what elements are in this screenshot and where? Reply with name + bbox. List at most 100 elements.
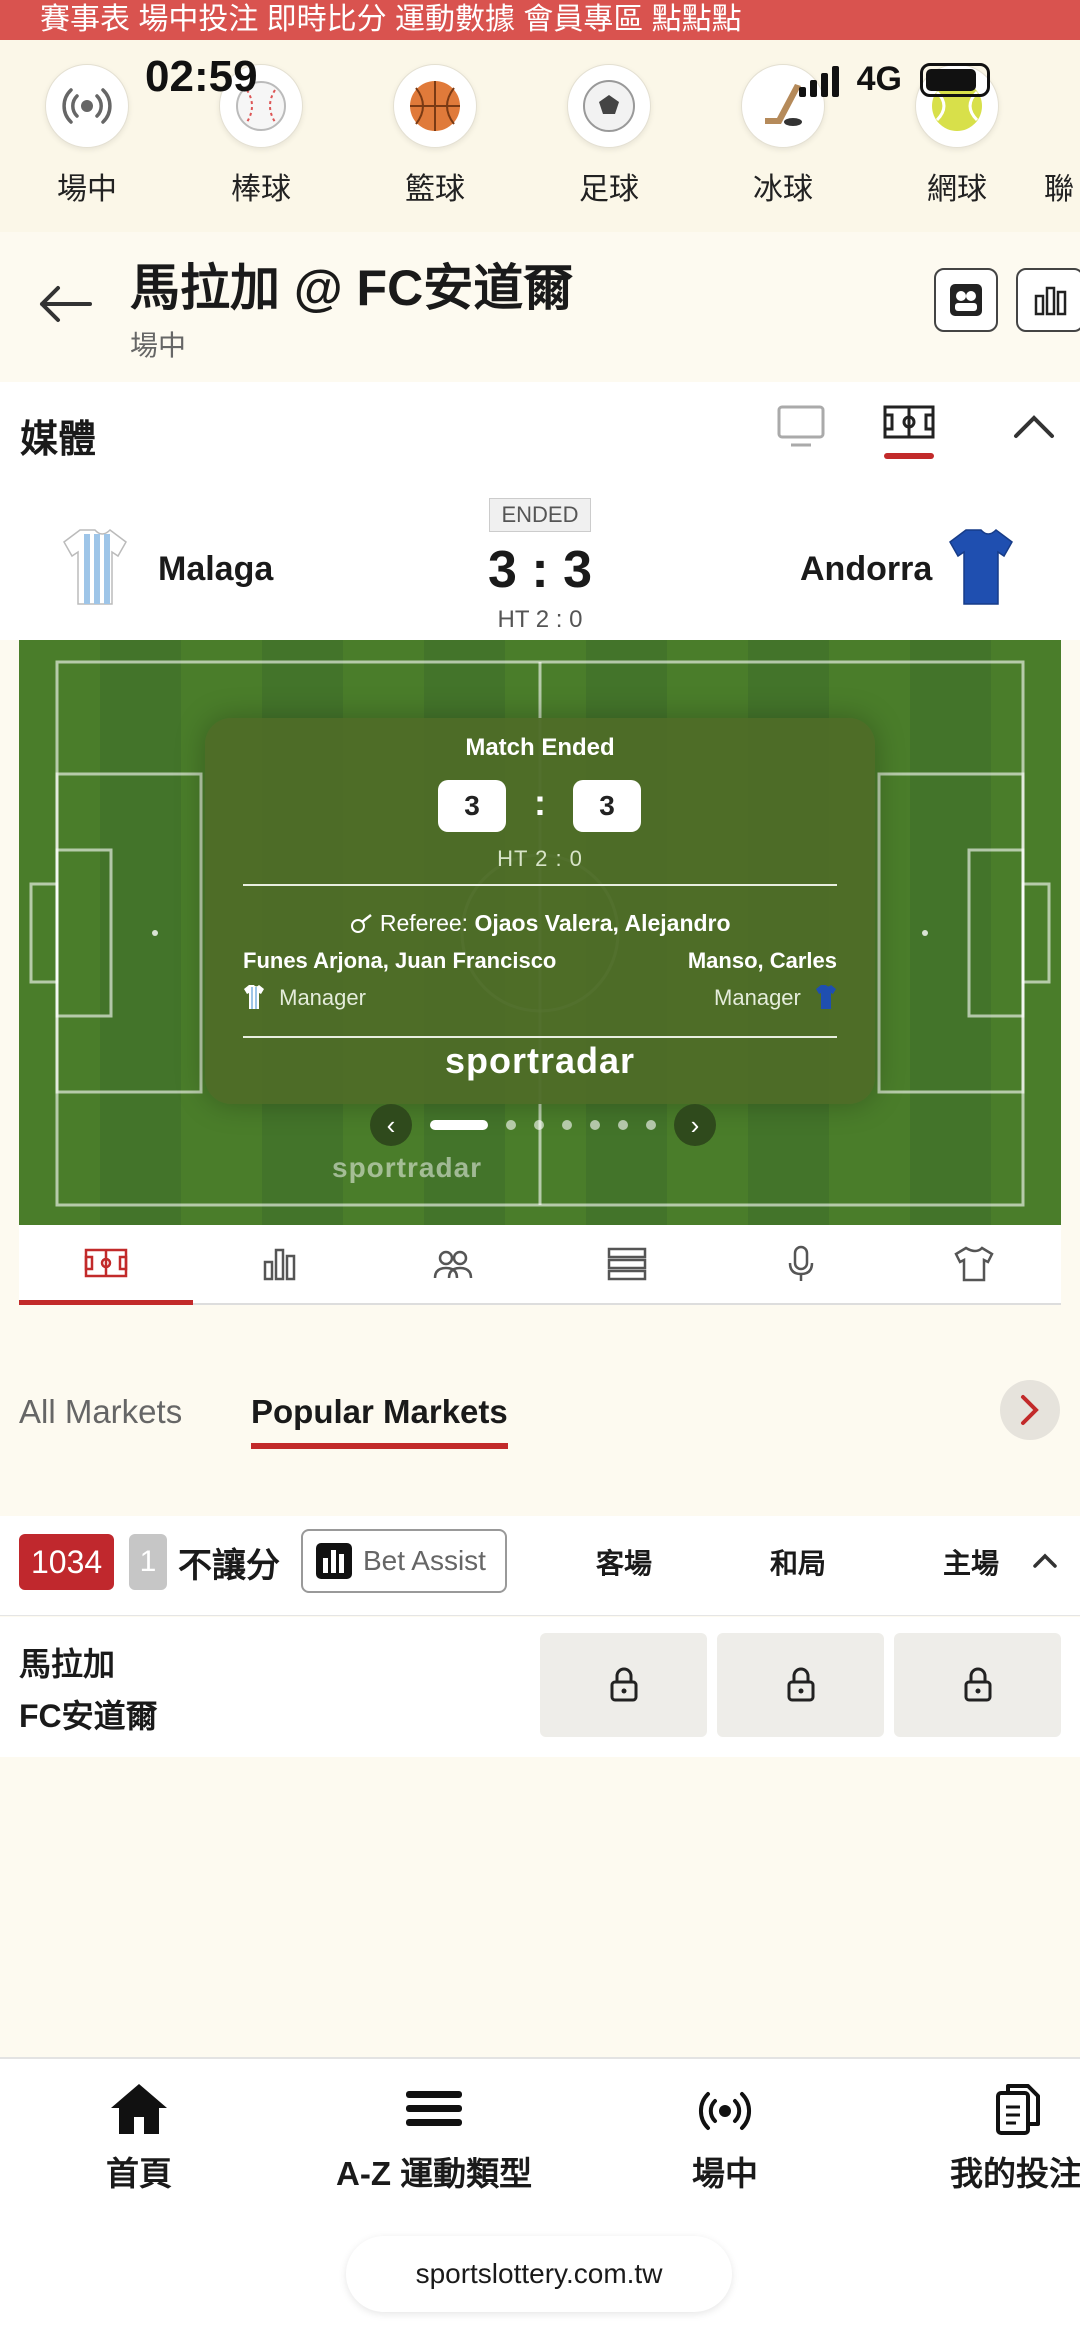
browser-url-bar[interactable]: sportslottery.com.tw <box>346 2236 732 2312</box>
back-arrow-icon[interactable] <box>36 284 92 329</box>
summary-title: Match Ended <box>465 734 615 761</box>
carousel-dot[interactable] <box>562 1120 572 1130</box>
home-icon <box>111 2084 167 2134</box>
status-time: 02:59 <box>145 52 258 101</box>
tv-icon <box>777 405 825 447</box>
sport-item-basketball[interactable]: 籃球 <box>348 64 522 208</box>
pitch-icon <box>883 405 935 439</box>
status-indicators: 4G <box>798 60 990 99</box>
home-team-label: 馬拉加 <box>19 1646 116 1682</box>
tab-pitch[interactable] <box>19 1225 193 1305</box>
summary-away-score: 3 <box>573 780 641 832</box>
match-status-badge: ENDED <box>489 498 591 532</box>
collapse-market-button[interactable] <box>1032 1552 1058 1575</box>
carousel-pagination: ‹ › <box>370 1104 716 1146</box>
stats-button[interactable] <box>1016 268 1080 332</box>
soccer-ball-icon <box>567 64 651 148</box>
sport-label: 籃球 <box>405 173 465 206</box>
media-title: 媒體 <box>20 419 97 461</box>
nav-label: 場中 <box>692 2155 758 2192</box>
bet-assist-button[interactable]: Bet Assist <box>301 1529 507 1593</box>
tracker-tabs <box>19 1225 1061 1305</box>
sport-item-more[interactable]: 聯 <box>1044 64 1080 208</box>
score-separator: : <box>534 782 546 823</box>
tab-teams[interactable] <box>887 1225 1061 1303</box>
lock-icon <box>787 1667 814 1702</box>
odds-cell-home[interactable] <box>894 1633 1061 1737</box>
match-header: 馬拉加 @ FC安道爾 場中 <box>0 232 1080 382</box>
nav-home[interactable]: 首頁 <box>106 2081 172 2195</box>
home-jersey-icon <box>244 985 264 1009</box>
carousel-dot[interactable] <box>506 1120 516 1130</box>
documents-icon <box>996 2084 1040 2135</box>
sportradar-watermark: sportradar <box>332 1152 483 1183</box>
column-draw: 和局 <box>770 1548 827 1579</box>
market-code-badge: 1034 <box>19 1534 115 1590</box>
collapse-button[interactable] <box>1012 412 1056 447</box>
market-row: 馬拉加 FC安道爾 <box>0 1617 1080 1757</box>
market-count-badge: 1 <box>129 1534 167 1590</box>
tab-all-markets[interactable]: All Markets <box>19 1393 182 1431</box>
sport-label: 場中 <box>57 173 117 206</box>
carousel-dot[interactable] <box>618 1120 628 1130</box>
nav-label: A-Z 運動類型 <box>336 2155 533 2192</box>
signal-icon <box>798 63 839 97</box>
manager-label: Manager <box>714 985 801 1010</box>
announcement-marquee[interactable]: 賽事表 場中投注 即時比分 運動數據 會員專區 點點點 <box>0 0 1080 40</box>
tab-popular-markets[interactable]: Popular Markets <box>251 1393 508 1449</box>
column-home: 主場 <box>943 1548 1000 1579</box>
nav-label: 首頁 <box>106 2155 172 2192</box>
odds-cell-draw[interactable] <box>717 1633 884 1737</box>
lineup-button[interactable] <box>934 268 998 332</box>
page-title: 馬拉加 @ FC安道爾 <box>130 260 574 316</box>
nav-a-z-sports[interactable]: A-Z 運動類型 <box>336 2081 532 2195</box>
sport-label: 聯 <box>1044 173 1074 206</box>
nav-my-bets[interactable]: 我的投注 <box>950 2081 1080 2195</box>
tv-toggle[interactable] <box>776 404 826 453</box>
live-broadcast-icon <box>45 64 129 148</box>
market-name: 不讓分 <box>178 1547 280 1585</box>
referee-name: Ojaos Valera, Alejandro <box>474 910 731 936</box>
scoreboard: Malaga ENDED 3 : 3 HT 2 : 0 Andorra <box>0 482 1080 640</box>
page-subtitle: 場中 <box>130 330 187 361</box>
away-manager-name: Manso, Carles <box>687 948 837 973</box>
carousel-dot[interactable] <box>646 1120 656 1130</box>
column-away: 客場 <box>596 1548 653 1579</box>
chevron-right-icon[interactable]: › <box>674 1104 716 1146</box>
lineup-icon <box>950 284 982 316</box>
menu-icon <box>406 2091 463 2126</box>
whistle-icon <box>351 914 373 933</box>
chevron-up-icon <box>1014 415 1054 438</box>
summary-halftime: HT 2 : 0 <box>497 846 583 871</box>
list-icon <box>607 1247 647 1281</box>
match-summary-card: Match Ended 3 : 3 HT 2 : 0 Referee: Ojao… <box>205 718 875 1104</box>
tab-events[interactable] <box>540 1225 714 1303</box>
away-team-label: FC安道爾 <box>19 1698 158 1734</box>
odds-cell-away[interactable] <box>540 1633 707 1737</box>
referee-label: Referee: <box>379 910 469 936</box>
sportradar-logo: sportradar <box>444 1040 636 1081</box>
divider <box>243 884 837 886</box>
nav-live[interactable]: 場中 <box>692 2081 758 2195</box>
sport-item-soccer[interactable]: 足球 <box>522 64 696 208</box>
away-manager-role: Manager <box>714 984 837 1011</box>
active-indicator <box>884 453 934 459</box>
tab-stats[interactable] <box>193 1225 367 1303</box>
basketball-icon <box>393 64 477 148</box>
jersey-icon <box>954 1246 994 1282</box>
pitch-toggle[interactable] <box>882 404 936 459</box>
referee-line: Referee: Ojaos Valera, Alejandro <box>205 910 875 937</box>
pitch-icon <box>84 1248 128 1278</box>
chevron-up-icon <box>1033 1553 1057 1568</box>
sport-label: 網球 <box>927 173 987 206</box>
markets-next-button[interactable] <box>1000 1380 1060 1440</box>
stats-bars-icon <box>1034 286 1067 316</box>
carousel-dot[interactable] <box>534 1120 544 1130</box>
carousel-dot[interactable] <box>430 1120 488 1130</box>
carousel-dot[interactable] <box>590 1120 600 1130</box>
tab-commentary[interactable] <box>714 1225 888 1303</box>
media-bar: 媒體 <box>0 382 1080 482</box>
bet-assist-label: Bet Assist <box>363 1545 486 1576</box>
chevron-left-icon[interactable]: ‹ <box>370 1104 412 1146</box>
tab-lineup[interactable] <box>366 1225 540 1303</box>
